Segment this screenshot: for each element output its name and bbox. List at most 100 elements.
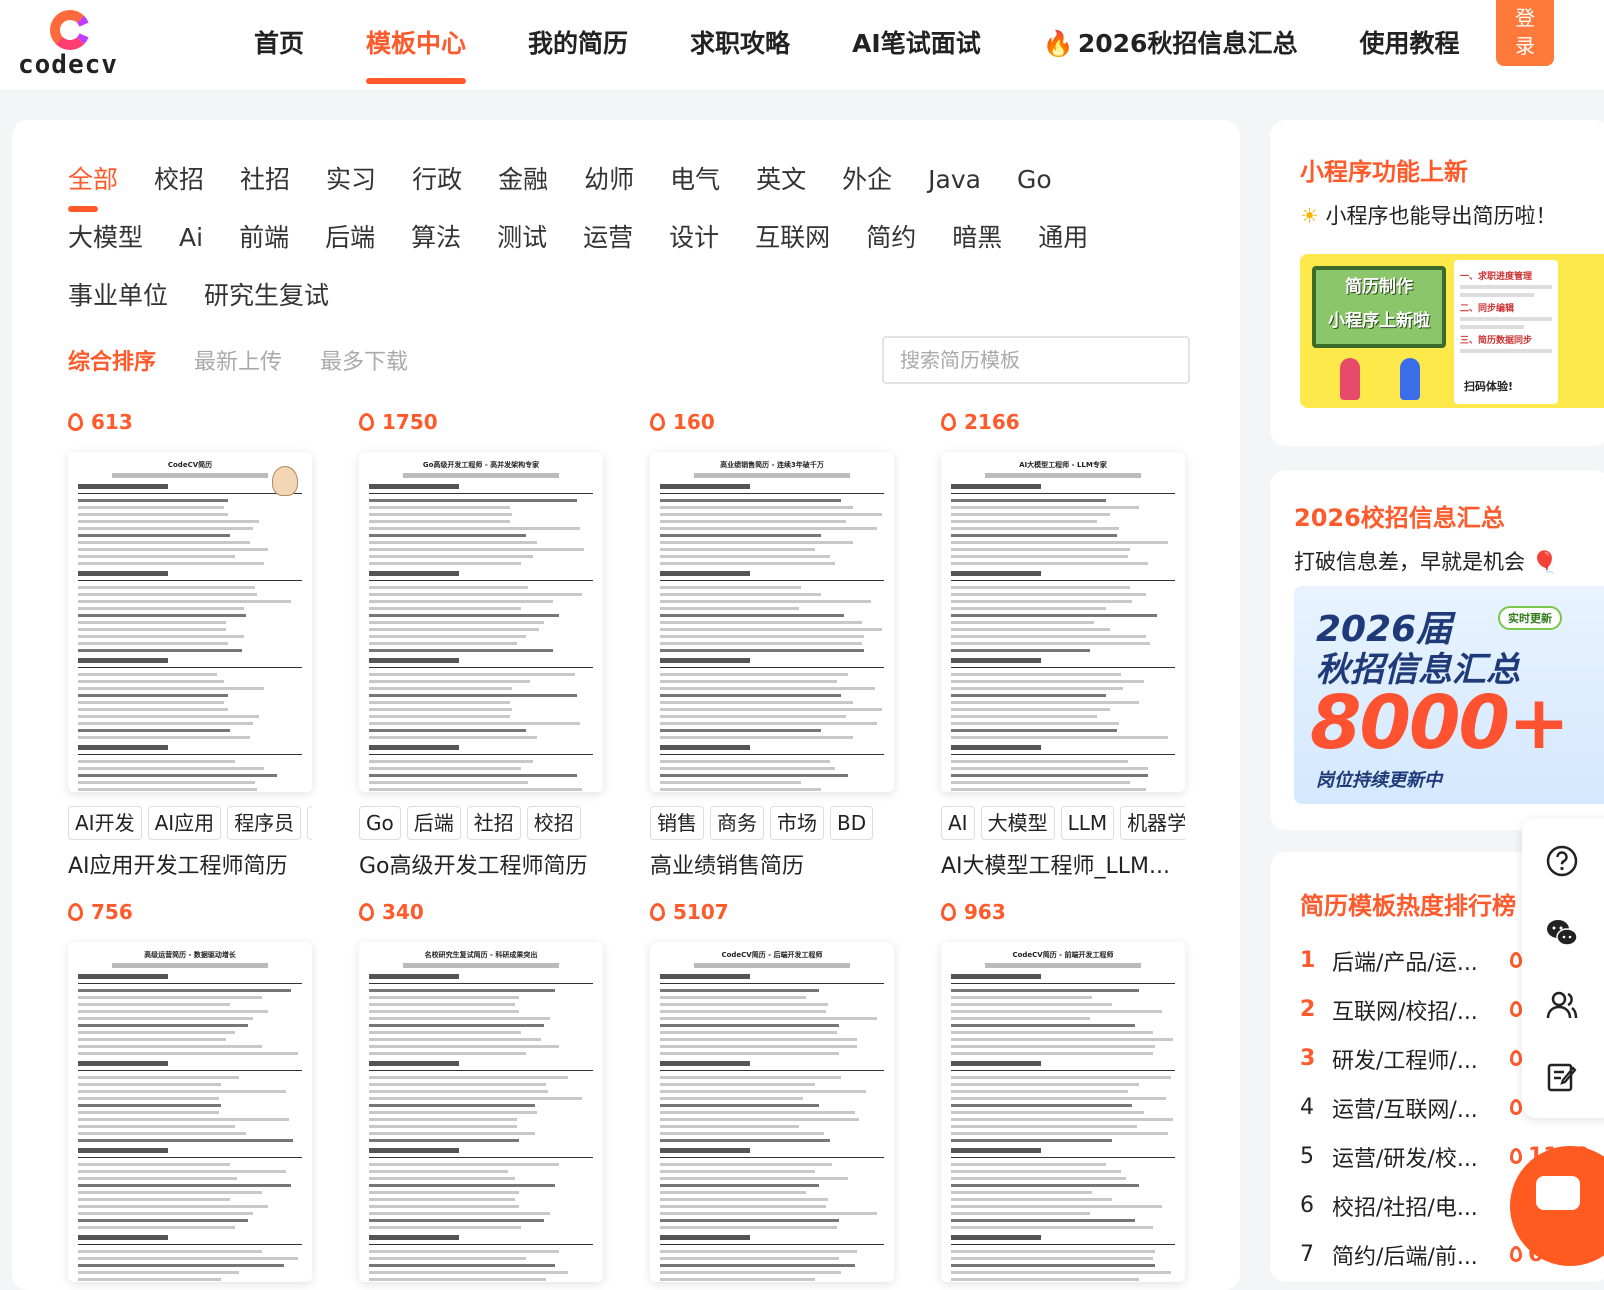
flame-icon (1510, 1001, 1522, 1017)
template-tag-chip[interactable]: AI (307, 806, 312, 840)
category-tag[interactable]: 暗黑 (952, 218, 1002, 276)
promo-board-line1: 简历制作 (1345, 277, 1413, 297)
template-tag-chip[interactable]: 大模型 (980, 806, 1055, 840)
template-preview[interactable]: Go高级开发工程师 - 高并发架构专家 (359, 452, 603, 792)
category-tag[interactable]: 电气 (670, 160, 720, 218)
template-card[interactable]: 1750 Go高级开发工程师 - 高并发架构专家 Go 后端 社招 校招 Go高级开发工程师… (359, 410, 603, 880)
template-tag-chip[interactable]: LLM (1060, 806, 1115, 840)
sort-most-downloads[interactable]: 最多下载 (320, 344, 408, 376)
category-tag[interactable]: 外企 (842, 160, 892, 218)
logo-text: codecv (18, 50, 118, 80)
category-tag[interactable]: 英文 (756, 160, 806, 218)
category-tag[interactable]: 行政 (412, 160, 462, 218)
template-card[interactable]: 756 高级运营简历 - 数据驱动增长 (68, 900, 312, 1282)
category-tag[interactable]: 社招 (240, 160, 290, 218)
preview-title: CodeCV简历 - 后端开发工程师 (721, 951, 823, 959)
category-tag[interactable]: 运营 (583, 218, 633, 276)
template-card[interactable]: 2166 AI大模型工程师 - LLM专家 AI大模型LLM机器学习 AI大模型工程师… (941, 410, 1185, 880)
download-count: 2166 (941, 410, 1185, 440)
category-tag[interactable]: 后端 (325, 218, 375, 276)
category-tag[interactable]: Go (1017, 160, 1052, 218)
template-card[interactable]: 963 CodeCV简历 - 前端开发工程师 (941, 900, 1185, 1282)
template-card[interactable]: 5107 CodeCV简历 - 后端开发工程师 (650, 900, 894, 1282)
promo-board-line2: 小程序上新啦 (1328, 311, 1430, 331)
category-tag[interactable]: 设计 (669, 218, 719, 276)
template-tag-chip[interactable]: Go (359, 806, 401, 840)
category-tag[interactable]: 前端 (239, 218, 289, 276)
template-tag-chip[interactable]: 程序员 (227, 806, 302, 840)
nav-templates[interactable]: 模板中心 (366, 24, 467, 84)
category-tag[interactable]: 算法 (411, 218, 461, 276)
sort-comprehensive[interactable]: 综合排序 (68, 344, 156, 376)
category-tag[interactable]: 简约 (866, 218, 916, 276)
wechat-icon (1547, 920, 1578, 946)
nav-ai-interview[interactable]: AI笔试面试 (852, 24, 981, 64)
category-tag[interactable]: 幼师 (584, 160, 634, 218)
category-tag[interactable]: 互联网 (755, 218, 830, 276)
category-tag[interactable]: 校招 (154, 160, 204, 218)
template-tag-chip[interactable]: 市场 (770, 806, 824, 840)
template-preview[interactable]: CodeCV简历 - 后端开发工程师 (650, 942, 894, 1282)
category-tag[interactable]: 全部 (68, 160, 118, 218)
template-tag-chip[interactable]: AI (941, 806, 975, 840)
template-tag-chip[interactable]: BD (830, 806, 874, 840)
category-tag[interactable]: 金融 (498, 160, 548, 218)
rank-template-name: 研发/工程师/... (1332, 1048, 1478, 1074)
template-preview[interactable]: CodeCV简历 - 前端开发工程师 (941, 942, 1185, 1282)
category-tag[interactable]: 事业单位 (68, 276, 168, 334)
rank-number: 7 (1300, 1242, 1314, 1267)
campus-info-promo-image[interactable]: 2026届 秋招信息汇总 8000+ 岗位持续更新中 实时更新 (1294, 586, 1604, 804)
template-card[interactable]: 160 高业绩销售简历 - 连续3年破千万 销售 商务 市场 BD 高业绩销售简历 (650, 410, 894, 880)
template-name[interactable]: AI应用开发工程师简历 (68, 848, 312, 880)
flame-icon (650, 413, 665, 431)
mini-program-text-label: 小程序也能导出简历啦！ (1325, 204, 1557, 228)
template-name[interactable]: 高业绩销售简历 (650, 848, 894, 880)
wechat-button[interactable] (1532, 904, 1592, 962)
mini-program-title: 小程序功能上新 (1300, 158, 1468, 186)
nav-home[interactable]: 首页 (254, 24, 304, 64)
template-tag-chip[interactable]: 校招 (526, 806, 581, 840)
template-tag-chip[interactable]: AI应用 (147, 806, 222, 840)
template-preview[interactable]: 名校研究生复试简历 - 科研成果突出 (359, 942, 603, 1282)
category-tag[interactable]: 测试 (497, 218, 547, 276)
template-preview[interactable]: 高业绩销售简历 - 连续3年破千万 (650, 452, 894, 792)
template-tags: 销售 商务 市场 BD (650, 806, 894, 840)
help-button[interactable] (1532, 832, 1592, 890)
template-preview[interactable]: 高级运营简历 - 数据驱动增长 (68, 942, 312, 1282)
template-preview[interactable]: AI大模型工程师 - LLM专家 (941, 452, 1185, 792)
template-tag-chip[interactable]: 机器学习 (1120, 806, 1185, 840)
mini-program-promo-image[interactable]: 简历制作 小程序上新啦 一、求职进度管理 二、同步编辑 三、简历数据同步 扫码体… (1300, 254, 1604, 408)
category-tag[interactable]: Java (928, 160, 981, 218)
category-tag[interactable]: 实习 (326, 160, 376, 218)
download-count: 340 (359, 900, 603, 930)
template-tag-chip[interactable]: 销售 (650, 806, 704, 840)
nav-tutorial[interactable]: 使用教程 (1359, 24, 1459, 64)
download-count: 5107 (650, 900, 894, 930)
template-tag-chip[interactable]: 商务 (710, 806, 764, 840)
template-card[interactable]: 340 名校研究生复试简历 - 科研成果突出 (359, 900, 603, 1282)
category-tag[interactable]: Ai (179, 218, 203, 276)
template-tag-chip[interactable]: AI开发 (68, 806, 142, 840)
template-name[interactable]: AI大模型工程师_LLM... (941, 848, 1185, 880)
template-tag-chip[interactable]: 社招 (466, 806, 521, 840)
template-tag-chip[interactable]: 后端 (406, 806, 461, 840)
template-name[interactable]: Go高级开发工程师简历 (359, 848, 603, 880)
feedback-button[interactable] (1532, 1048, 1592, 1106)
nav-campus-info-label: 2026秋招信息汇总 (1077, 29, 1298, 58)
download-count-value: 5107 (673, 900, 729, 924)
nav-my-resume[interactable]: 我的简历 (528, 24, 628, 64)
codecv-logo[interactable]: codecv (18, 10, 118, 80)
template-search-input[interactable] (882, 336, 1190, 384)
flame-icon (941, 903, 956, 921)
nav-job-guide[interactable]: 求职攻略 (690, 24, 790, 64)
sort-latest[interactable]: 最新上传 (194, 344, 282, 376)
category-tag[interactable]: 研究生复试 (204, 276, 329, 334)
category-tag[interactable]: 通用 (1038, 218, 1088, 276)
community-button[interactable] (1532, 976, 1592, 1034)
login-button[interactable]: 登录 (1496, 0, 1554, 66)
download-count-value: 756 (91, 900, 133, 924)
nav-campus-info[interactable]: 🔥 2026秋招信息汇总 (1043, 24, 1298, 64)
category-tag[interactable]: 大模型 (68, 218, 143, 276)
template-card[interactable]: 613 CodeCV简历 AI开发AI应用程序员AI AI应用开发工程师简历 (68, 410, 312, 880)
template-preview[interactable]: CodeCV简历 (68, 452, 312, 792)
